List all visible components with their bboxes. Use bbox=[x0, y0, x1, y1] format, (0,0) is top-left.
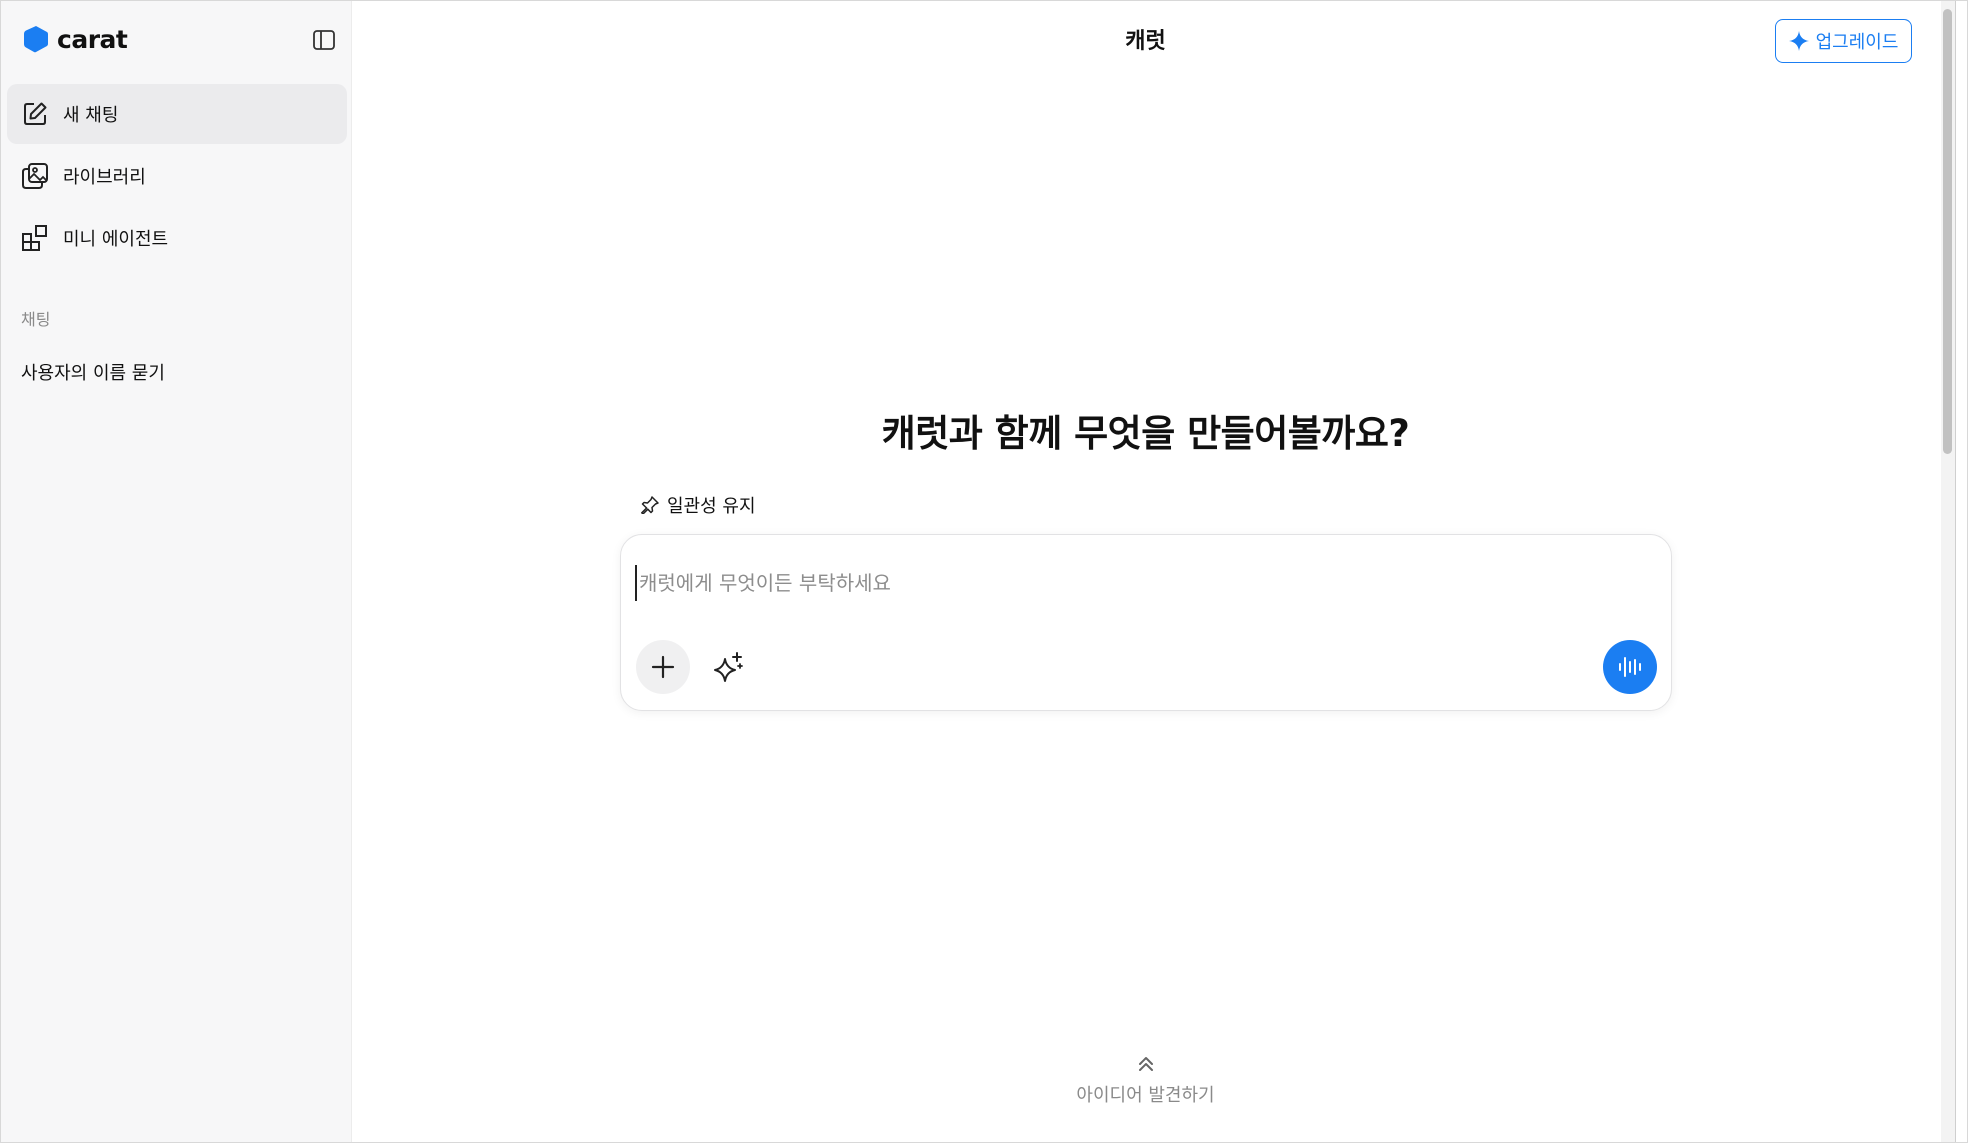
pin-label: 일관성 유지 bbox=[667, 496, 756, 517]
page-title: 캐럿 bbox=[1125, 29, 1166, 54]
sidebar-item-label: 라이브러리 bbox=[63, 167, 146, 188]
upgrade-label: 업그레이드 bbox=[1815, 32, 1899, 53]
sidebar-toggle-icon bbox=[313, 30, 335, 50]
discover-label: 아이디어 발견하기 bbox=[1076, 1085, 1215, 1106]
sparkle-icon bbox=[1788, 31, 1809, 51]
prompt-input[interactable] bbox=[635, 565, 1635, 601]
sparkles-icon bbox=[714, 652, 743, 682]
sidebar-item-library[interactable]: 라이브러리 bbox=[7, 146, 347, 206]
upgrade-button[interactable]: 업그레이드 bbox=[1775, 19, 1912, 63]
brand-name: carat bbox=[57, 24, 128, 54]
sidebar-nav: 새 채팅 라이브러리 미니 에이전트 bbox=[7, 84, 347, 270]
gallery-icon bbox=[21, 162, 49, 190]
sidebar-item-mini-agent[interactable]: 미니 에이전트 bbox=[7, 208, 347, 268]
sidebar-toggle-button[interactable] bbox=[310, 27, 338, 53]
main-content: 캐럿 업그레이드 캐럿과 함께 무엇을 만들어볼까요? 일관성 유지 캐럿에게 … bbox=[353, 1, 1943, 1142]
chat-section-label: 채팅 bbox=[21, 310, 51, 329]
brand[interactable]: carat bbox=[23, 23, 128, 55]
edit-icon bbox=[21, 100, 49, 128]
carat-logo-icon bbox=[24, 26, 48, 53]
sidebar: carat 새 채팅 라이브러리 미니 에이전트 채팅 사용자의 이름 묻기 bbox=[1, 1, 352, 1142]
magic-prompt-button[interactable] bbox=[709, 648, 749, 688]
add-attachment-button[interactable] bbox=[636, 640, 690, 694]
pin-icon bbox=[641, 496, 659, 514]
double-chevron-up-icon bbox=[1138, 1057, 1153, 1071]
app-window: carat 새 채팅 라이브러리 미니 에이전트 채팅 사용자의 이름 묻기 캐… bbox=[0, 0, 1968, 1143]
sidebar-item-label: 새 채팅 bbox=[63, 105, 119, 126]
hero-title: 캐럿과 함께 무엇을 만들어볼까요? bbox=[881, 412, 1410, 455]
window-edge bbox=[1955, 1, 1967, 1142]
prompt-composer bbox=[620, 534, 1672, 711]
plus-icon bbox=[651, 655, 675, 679]
scrollbar-thumb[interactable] bbox=[1943, 9, 1952, 454]
widgets-icon bbox=[21, 224, 49, 252]
sidebar-item-label: 미니 에이전트 bbox=[63, 229, 169, 250]
consistency-pin-toggle[interactable]: 일관성 유지 bbox=[641, 492, 756, 518]
voice-input-button[interactable] bbox=[1603, 640, 1657, 694]
chat-history-item[interactable]: 사용자의 이름 묻기 bbox=[21, 359, 165, 385]
sidebar-item-new-chat[interactable]: 새 채팅 bbox=[7, 84, 347, 144]
waveform-icon bbox=[1619, 657, 1641, 677]
discover-ideas-button[interactable]: 아이디어 발견하기 bbox=[353, 1055, 1938, 1107]
